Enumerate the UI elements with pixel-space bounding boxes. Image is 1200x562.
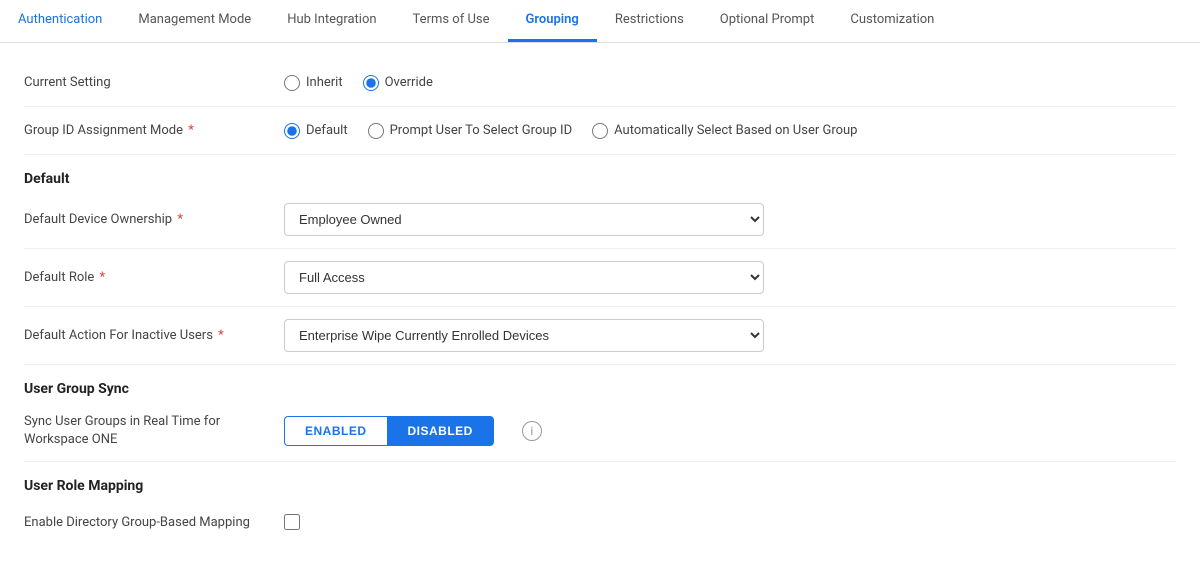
- inherit-radio[interactable]: [284, 75, 300, 91]
- prompt-label: Prompt User To Select Group ID: [390, 123, 573, 138]
- main-content: Current Setting Inherit Override Group I…: [0, 43, 1200, 562]
- tab-navigation: AuthenticationManagement ModeHub Integra…: [0, 0, 1200, 43]
- auto-select-option[interactable]: Automatically Select Based on User Group: [592, 123, 857, 139]
- inactive-users-label: Default Action For Inactive Users *: [24, 328, 284, 343]
- auto-select-radio[interactable]: [592, 123, 608, 139]
- required-asterisk: *: [188, 123, 194, 138]
- sync-user-groups-row: Sync User Groups in Real Time for Worksp…: [24, 401, 1176, 462]
- device-ownership-control: Employee Owned Corporate - Dedicated Cor…: [284, 203, 1176, 236]
- current-setting-controls: Inherit Override: [284, 75, 1176, 91]
- info-icon[interactable]: i: [522, 421, 542, 441]
- inactive-users-control: Enterprise Wipe Currently Enrolled Devic…: [284, 319, 1176, 352]
- user-group-sync-heading: User Group Sync: [24, 365, 1176, 401]
- directory-mapping-row: Enable Directory Group-Based Mapping: [24, 498, 1176, 546]
- sync-user-groups-control: ENABLED DISABLED i: [284, 416, 1176, 446]
- group-id-assignment-row: Group ID Assignment Mode * Default Promp…: [24, 107, 1176, 155]
- prompt-radio[interactable]: [368, 123, 384, 139]
- current-setting-label: Current Setting: [24, 75, 284, 90]
- device-ownership-select[interactable]: Employee Owned Corporate - Dedicated Cor…: [284, 203, 764, 236]
- override-option[interactable]: Override: [363, 75, 433, 91]
- inherit-label: Inherit: [306, 75, 343, 90]
- directory-mapping-control: [284, 514, 1176, 530]
- default-assignment-radio[interactable]: [284, 123, 300, 139]
- default-section-heading: Default: [24, 155, 1176, 191]
- inactive-users-select[interactable]: Enterprise Wipe Currently Enrolled Devic…: [284, 319, 764, 352]
- tab-management-mode[interactable]: Management Mode: [120, 0, 269, 42]
- default-assignment-label: Default: [306, 123, 348, 138]
- default-role-row: Default Role * Full Access Read Only: [24, 249, 1176, 307]
- inherit-option[interactable]: Inherit: [284, 75, 343, 91]
- default-role-select[interactable]: Full Access Read Only: [284, 261, 764, 294]
- group-id-label: Group ID Assignment Mode *: [24, 123, 284, 138]
- tab-restrictions[interactable]: Restrictions: [597, 0, 702, 42]
- override-label: Override: [385, 75, 433, 90]
- tab-grouping[interactable]: Grouping: [508, 0, 597, 42]
- tab-authentication[interactable]: Authentication: [0, 0, 120, 42]
- default-role-label: Default Role *: [24, 270, 284, 285]
- sync-user-groups-label: Sync User Groups in Real Time for Worksp…: [24, 413, 284, 449]
- tab-customization[interactable]: Customization: [832, 0, 952, 42]
- override-radio[interactable]: [363, 75, 379, 91]
- inactive-users-row: Default Action For Inactive Users * Ente…: [24, 307, 1176, 365]
- default-role-control: Full Access Read Only: [284, 261, 1176, 294]
- inactive-users-required: *: [218, 328, 224, 343]
- enabled-button[interactable]: ENABLED: [284, 416, 387, 446]
- directory-mapping-label: Enable Directory Group-Based Mapping: [24, 515, 284, 530]
- tab-hub-integration[interactable]: Hub Integration: [269, 0, 394, 42]
- device-ownership-required: *: [177, 212, 183, 227]
- tab-optional-prompt[interactable]: Optional Prompt: [702, 0, 833, 42]
- directory-mapping-checkbox[interactable]: [284, 514, 300, 530]
- current-setting-row: Current Setting Inherit Override: [24, 59, 1176, 107]
- device-ownership-label: Default Device Ownership *: [24, 212, 284, 227]
- user-role-mapping-heading: User Role Mapping: [24, 462, 1176, 498]
- prompt-option[interactable]: Prompt User To Select Group ID: [368, 123, 573, 139]
- default-assignment-option[interactable]: Default: [284, 123, 348, 139]
- auto-select-label: Automatically Select Based on User Group: [614, 123, 857, 138]
- toggle-group: ENABLED DISABLED: [284, 416, 494, 446]
- device-ownership-row: Default Device Ownership * Employee Owne…: [24, 191, 1176, 249]
- default-role-required: *: [100, 270, 106, 285]
- disabled-button[interactable]: DISABLED: [387, 416, 494, 446]
- group-id-controls: Default Prompt User To Select Group ID A…: [284, 123, 1176, 139]
- tab-terms-of-use[interactable]: Terms of Use: [395, 0, 508, 42]
